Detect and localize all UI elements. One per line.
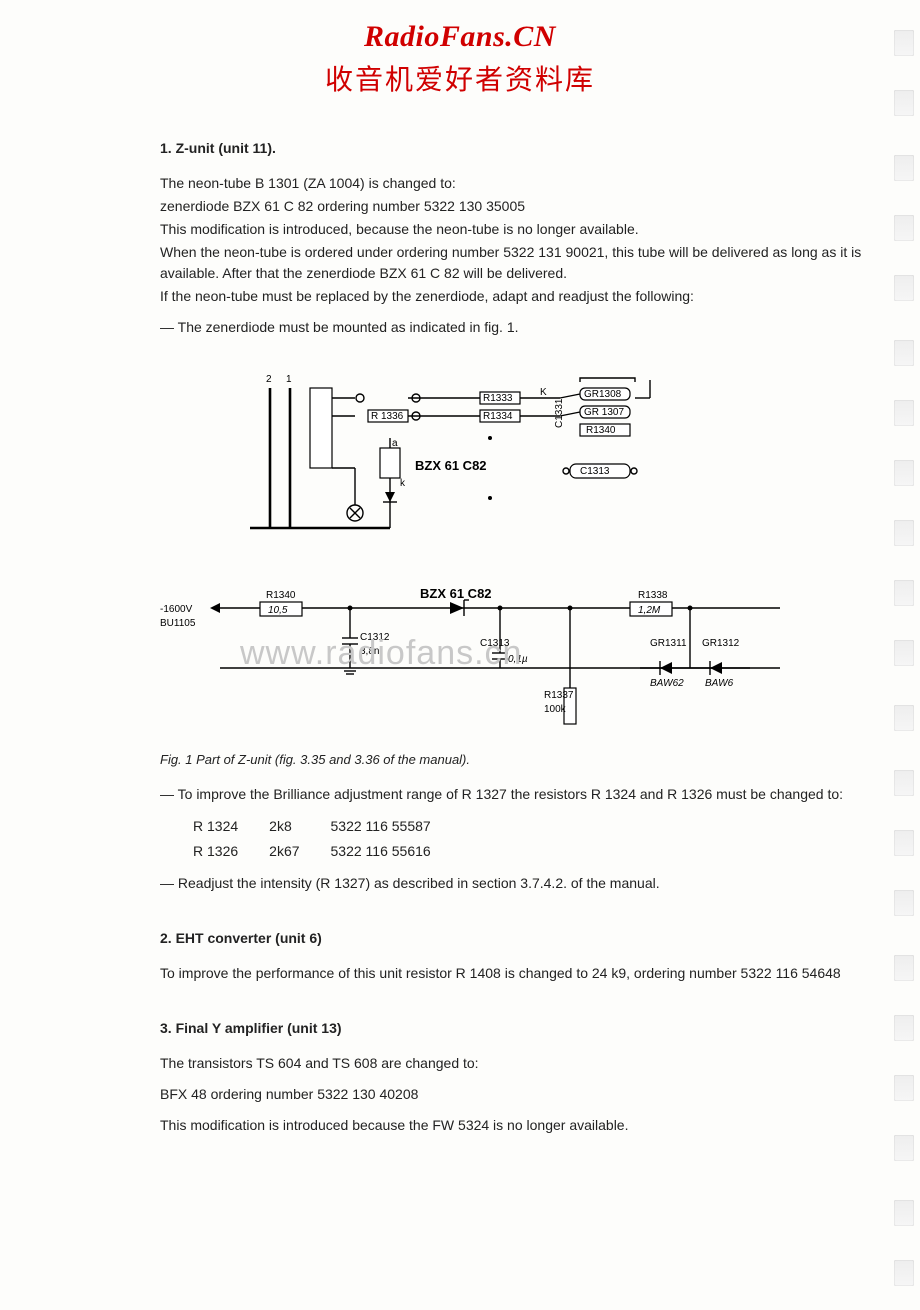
- c1312-val: 3,8n: [360, 646, 379, 657]
- r1336-label: R 1336: [371, 411, 404, 422]
- s1-p5: If the neon-tube must be replaced by the…: [160, 286, 880, 307]
- baw62-label: BAW62: [650, 678, 684, 689]
- section-1-title: 1. Z-unit (unit 11).: [160, 138, 880, 159]
- bzx-label-top: BZX 61 C82: [415, 458, 487, 473]
- punch-hole: [894, 1015, 914, 1041]
- schematic-svg-top: 2 1 R 1336 R1333 R1334: [240, 368, 700, 548]
- c1313-val: 0,1µ: [508, 654, 528, 665]
- punch-hole: [894, 155, 914, 181]
- c1312-label: C1312: [360, 632, 390, 643]
- after-fig-p1: — To improve the Brilliance adjustment r…: [160, 784, 880, 805]
- punch-hole: [894, 640, 914, 666]
- punch-hole: [894, 275, 914, 301]
- table-row: R 1324 2k8 5322 116 55587: [192, 815, 459, 838]
- pin-a: a: [392, 438, 398, 449]
- site-title: RadioFans.CN: [40, 20, 880, 54]
- c1313-label: C1313: [480, 638, 510, 649]
- pin-2: 2: [266, 374, 272, 385]
- r1324-ref: R 1324: [192, 815, 266, 838]
- schematic-svg-bottom: -1600V BU1105 R1340 10,5 C1312 3,8n: [160, 558, 840, 738]
- figure-1-caption: Fig. 1 Part of Z-unit (fig. 3.35 and 3.3…: [160, 750, 880, 770]
- site-subtitle: 收音机爱好者资料库: [40, 58, 880, 98]
- punch-hole: [894, 890, 914, 916]
- punch-hole: [894, 30, 914, 56]
- r1340-label: R1340: [266, 590, 296, 601]
- punch-hole: [894, 830, 914, 856]
- r1326-ref: R 1326: [192, 840, 266, 863]
- gr1311-label: GR1311: [650, 638, 687, 649]
- r1338-label: R1338: [638, 590, 668, 601]
- r1337-val: 100k: [544, 704, 567, 715]
- gr1307-label: GR 1307: [584, 407, 624, 418]
- bu1105: BU1105: [160, 618, 196, 629]
- punch-hole: [894, 955, 914, 981]
- s1-p4: When the neon-tube is ordered under orde…: [160, 242, 880, 284]
- r1326-ord: 5322 116 55616: [330, 840, 459, 863]
- resistor-table: R 1324 2k8 5322 116 55587 R 1326 2k67 53…: [190, 813, 461, 865]
- punch-hole: [894, 520, 914, 546]
- punch-hole: [894, 215, 914, 241]
- r1333-label: R1333: [483, 393, 513, 404]
- s3-p1: The transistors TS 604 and TS 608 are ch…: [160, 1053, 880, 1074]
- r1338-val: 1,2M: [638, 605, 661, 616]
- s2-p1: To improve the performance of this unit …: [160, 963, 880, 984]
- r1326-val: 2k67: [268, 840, 327, 863]
- r1324-val: 2k8: [268, 815, 327, 838]
- punch-hole: [894, 580, 914, 606]
- c1331-label: C1331: [554, 398, 565, 428]
- section-3-title: 3. Final Y amplifier (unit 13): [160, 1018, 880, 1039]
- section-2-title: 2. EHT converter (unit 6): [160, 928, 880, 949]
- s3-p3: This modification is introduced because …: [160, 1115, 880, 1136]
- figure-1-top-diagram: 2 1 R 1336 R1333 R1334: [240, 368, 880, 548]
- punch-hole: [894, 400, 914, 426]
- r1337-label: R1337: [544, 690, 574, 701]
- k-label: K: [540, 387, 547, 398]
- punch-hole: [894, 1260, 914, 1286]
- r1340-top-label: R1340: [586, 425, 616, 436]
- bzx-label-bottom: BZX 61 C82: [420, 586, 492, 601]
- gr1312-label: GR1312: [702, 638, 740, 649]
- s1-p3: This modification is introduced, because…: [160, 219, 880, 240]
- punch-hole: [894, 460, 914, 486]
- punch-hole: [894, 770, 914, 796]
- punch-hole: [894, 340, 914, 366]
- punch-hole: [894, 1075, 914, 1101]
- punch-hole: [894, 1200, 914, 1226]
- document-page: RadioFans.CN 收音机爱好者资料库 1. Z-unit (unit 1…: [0, 0, 920, 1310]
- s3-p2: BFX 48 ordering number 5322 130 40208: [160, 1084, 880, 1105]
- punch-hole: [894, 705, 914, 731]
- r1340-val: 10,5: [268, 605, 288, 616]
- table-row: R 1326 2k67 5322 116 55616: [192, 840, 459, 863]
- s1-p6: — The zenerdiode must be mounted as indi…: [160, 317, 880, 338]
- baw-label: BAW6: [705, 678, 734, 689]
- r1334-label: R1334: [483, 411, 513, 422]
- s1-p1: The neon-tube B 1301 (ZA 1004) is change…: [160, 173, 880, 194]
- punch-hole: [894, 90, 914, 116]
- pin-k: k: [400, 478, 406, 489]
- figure-1-bottom-diagram: -1600V BU1105 R1340 10,5 C1312 3,8n: [160, 558, 880, 738]
- page-header: RadioFans.CN 收音机爱好者资料库: [40, 20, 880, 98]
- pin-1: 1: [286, 374, 292, 385]
- after-fig-p2: — Readjust the intensity (R 1327) as des…: [160, 873, 880, 894]
- gr1308-label: GR1308: [584, 389, 622, 400]
- neg1600v: -1600V: [160, 604, 193, 615]
- c1313-top-label: C1313: [580, 466, 610, 477]
- s1-p2: zenerdiode BZX 61 C 82 ordering number 5…: [160, 196, 880, 217]
- page-content: 1. Z-unit (unit 11). The neon-tube B 130…: [160, 138, 880, 1136]
- punch-hole: [894, 1135, 914, 1161]
- r1324-ord: 5322 116 55587: [330, 815, 459, 838]
